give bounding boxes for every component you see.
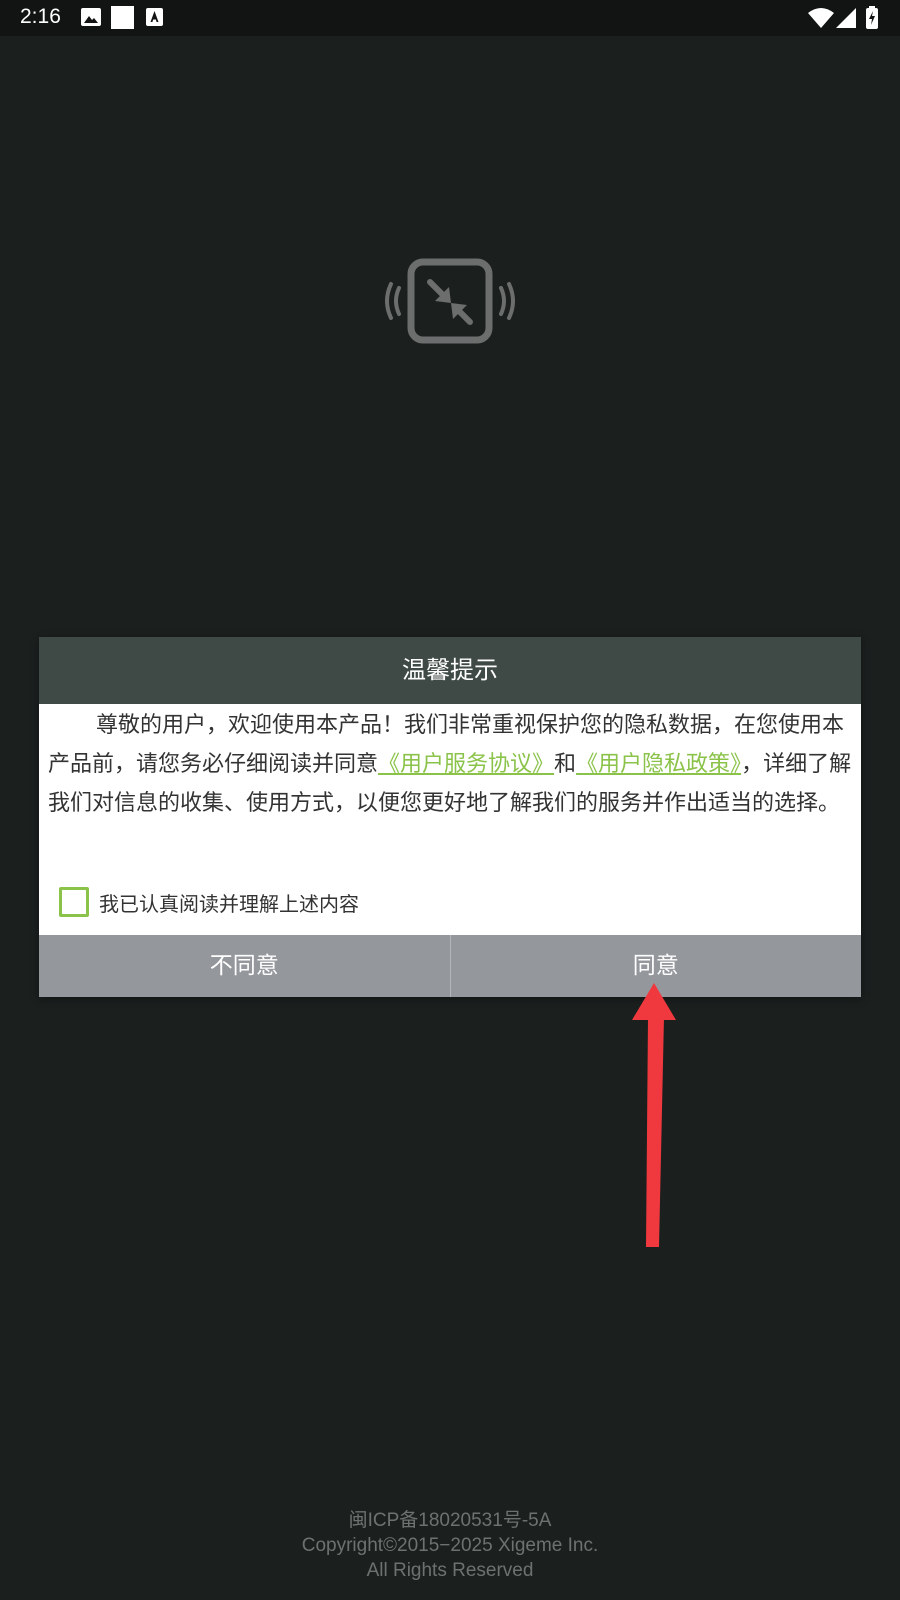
image-icon [81, 8, 101, 26]
footer-copyright: Copyright©2015−2025 Xigeme Inc. [301, 1535, 599, 1556]
status-time: 2:16 [20, 5, 61, 28]
dialog-message: 尊敬的用户，欢迎使用本产品！我们非常重视保护您的隐私数据，在您使用本产品前，请您… [48, 706, 854, 823]
signal-icon [836, 8, 856, 28]
footer-rights: All Rights Reserved [366, 1560, 534, 1581]
message-text-and: 和 [554, 752, 577, 777]
battery-charging-icon [866, 6, 878, 29]
dialog-button-bar: 不同意 同意 [39, 935, 861, 997]
privacy-policy-link[interactable]: 《用户隐私政策》 [576, 752, 741, 777]
dialog-title: 温馨提示 [39, 637, 861, 704]
footer-icp: 闽ICP备18020531号-5A [348, 1510, 552, 1531]
white-square-icon [111, 6, 134, 29]
disagree-button[interactable]: 不同意 [39, 935, 450, 997]
user-service-agreement-link[interactable]: 《用户服务协议》 [378, 752, 554, 777]
privacy-dialog: 温馨提示 尊敬的用户，欢迎使用本产品！我们非常重视保护您的隐私数据，在您使用本产… [39, 637, 861, 997]
agree-checkbox-label[interactable]: 我已认真阅读并理解上述内容 [99, 888, 359, 917]
agree-checkbox-row[interactable]: 我已认真阅读并理解上述内容 [59, 887, 359, 917]
screen-shrink-icon [385, 258, 515, 344]
font-icon [146, 8, 163, 26]
footer: 闽ICP备18020531号-5A Copyright©2015−2025 Xi… [0, 1508, 900, 1583]
screen: 2:16 温馨提示 尊敬的用户，欢迎使用本产品！我们非常重视保护您的隐私数据，在… [0, 0, 900, 1600]
red-arrow-annotation-icon [632, 983, 676, 1247]
wifi-icon [808, 8, 834, 28]
agree-checkbox[interactable] [59, 887, 89, 917]
status-bar: 2:16 [0, 0, 900, 36]
